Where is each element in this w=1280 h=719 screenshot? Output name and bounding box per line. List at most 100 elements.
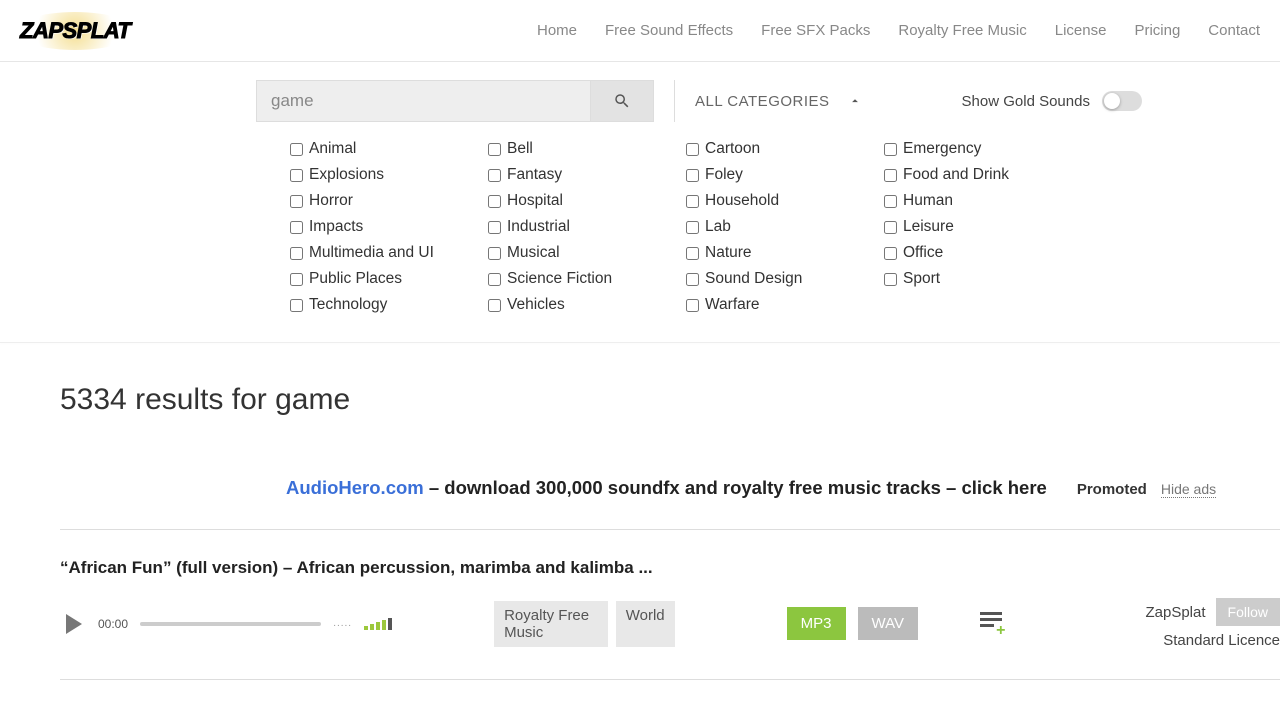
category-label[interactable]: Cartoon (705, 140, 760, 158)
category-item-animal: Animal (290, 140, 488, 158)
category-checkbox[interactable] (686, 143, 699, 156)
category-label[interactable]: Household (705, 192, 779, 210)
search-icon (613, 92, 631, 110)
category-checkbox[interactable] (290, 299, 303, 312)
category-checkbox[interactable] (290, 273, 303, 286)
gold-sounds-label: Show Gold Sounds (962, 93, 1090, 110)
category-label[interactable]: Vehicles (507, 296, 565, 314)
category-checkbox[interactable] (290, 195, 303, 208)
download-wav-button[interactable]: WAV (858, 607, 919, 640)
category-label[interactable]: Emergency (903, 140, 981, 158)
category-label[interactable]: Foley (705, 166, 743, 184)
category-label[interactable]: Nature (705, 244, 752, 262)
category-checkbox[interactable] (488, 273, 501, 286)
gold-sounds-toggle[interactable] (1102, 91, 1142, 111)
tag-world[interactable]: World (616, 601, 675, 647)
category-item-bell: Bell (488, 140, 686, 158)
sound-result: “African Fun” (full version) – African p… (60, 558, 1280, 649)
category-label[interactable]: Human (903, 192, 953, 210)
category-label[interactable]: Public Places (309, 270, 402, 288)
category-label[interactable]: Horror (309, 192, 353, 210)
category-label[interactable]: Multimedia and UI (309, 244, 434, 262)
category-item-foley: Foley (686, 166, 884, 184)
search-input[interactable] (256, 80, 590, 122)
category-checkbox[interactable] (686, 221, 699, 234)
sound-tags: Royalty Free Music World (494, 601, 675, 647)
category-label[interactable]: Technology (309, 296, 387, 314)
hide-ads-link[interactable]: Hide ads (1161, 481, 1216, 498)
category-label[interactable]: Leisure (903, 218, 954, 236)
sound-row: 00:00 ..... Royalty Free Music World MP3… (60, 598, 1280, 649)
volume-control[interactable] (364, 618, 392, 630)
category-item-cartoon: Cartoon (686, 140, 884, 158)
play-button[interactable] (66, 614, 82, 634)
sound-title[interactable]: “African Fun” (full version) – African p… (60, 558, 1280, 578)
category-label[interactable]: Fantasy (507, 166, 562, 184)
add-to-playlist-button[interactable]: + (980, 612, 1003, 636)
category-label[interactable]: Animal (309, 140, 356, 158)
category-label[interactable]: Lab (705, 218, 731, 236)
nav-free-sound-effects[interactable]: Free Sound Effects (605, 22, 733, 39)
category-item-horror: Horror (290, 192, 488, 210)
category-label[interactable]: Office (903, 244, 943, 262)
category-checkbox[interactable] (488, 221, 501, 234)
category-checkbox[interactable] (290, 247, 303, 260)
category-checkbox[interactable] (488, 195, 501, 208)
category-item-technology: Technology (290, 296, 488, 314)
category-checkbox[interactable] (884, 221, 897, 234)
category-checkbox[interactable] (686, 299, 699, 312)
category-checkbox[interactable] (488, 169, 501, 182)
nav-pricing[interactable]: Pricing (1134, 22, 1180, 39)
search-button[interactable] (590, 80, 654, 122)
follow-button[interactable]: Follow (1216, 598, 1280, 626)
nav-royalty-free-music[interactable]: Royalty Free Music (898, 22, 1026, 39)
category-checkbox[interactable] (884, 143, 897, 156)
category-item-warfare: Warfare (686, 296, 884, 314)
category-checkbox[interactable] (290, 221, 303, 234)
category-label[interactable]: Musical (507, 244, 560, 262)
category-label[interactable]: Warfare (705, 296, 760, 314)
category-checkbox[interactable] (686, 169, 699, 182)
category-checkbox[interactable] (884, 195, 897, 208)
nav-home[interactable]: Home (537, 22, 577, 39)
category-item-nature: Nature (686, 244, 884, 262)
category-item-human: Human (884, 192, 1082, 210)
category-checkbox[interactable] (686, 195, 699, 208)
logo[interactable]: ZAPSPLAT (20, 18, 130, 44)
category-label[interactable]: Food and Drink (903, 166, 1009, 184)
nav-license[interactable]: License (1055, 22, 1107, 39)
category-label[interactable]: Hospital (507, 192, 563, 210)
tag-royalty-free-music[interactable]: Royalty Free Music (494, 601, 608, 647)
main-nav: Home Free Sound Effects Free SFX Packs R… (537, 22, 1260, 39)
category-checkbox[interactable] (488, 143, 501, 156)
category-checkbox[interactable] (686, 273, 699, 286)
category-checkbox[interactable] (290, 143, 303, 156)
category-checkbox[interactable] (884, 169, 897, 182)
promo-link[interactable]: AudioHero.com (286, 477, 424, 498)
category-label[interactable]: Bell (507, 140, 533, 158)
category-item-impacts: Impacts (290, 218, 488, 236)
category-checkbox[interactable] (686, 247, 699, 260)
category-label[interactable]: Science Fiction (507, 270, 612, 288)
progress-bar[interactable] (140, 622, 321, 626)
categories-grid: Animal Bell Cartoon Emergency Explosions Fant… (0, 140, 1280, 342)
category-checkbox[interactable] (488, 299, 501, 312)
category-checkbox[interactable] (884, 273, 897, 286)
nav-free-sfx-packs[interactable]: Free SFX Packs (761, 22, 870, 39)
nav-contact[interactable]: Contact (1208, 22, 1260, 39)
download-mp3-button[interactable]: MP3 (787, 607, 846, 640)
category-checkbox[interactable] (884, 247, 897, 260)
category-label[interactable]: Sport (903, 270, 940, 288)
promoted-label: Promoted (1077, 481, 1147, 498)
divider (674, 80, 675, 122)
categories-toggle[interactable]: ALL CATEGORIES (695, 93, 862, 110)
category-checkbox[interactable] (488, 247, 501, 260)
category-label[interactable]: Industrial (507, 218, 570, 236)
licence-link[interactable]: Standard Licence (1163, 632, 1280, 649)
category-item-multimedia-and-ui: Multimedia and UI (290, 244, 488, 262)
category-label[interactable]: Sound Design (705, 270, 802, 288)
category-label[interactable]: Explosions (309, 166, 384, 184)
category-label[interactable]: Impacts (309, 218, 363, 236)
category-checkbox[interactable] (290, 169, 303, 182)
sound-author[interactable]: ZapSplat (1145, 604, 1205, 621)
